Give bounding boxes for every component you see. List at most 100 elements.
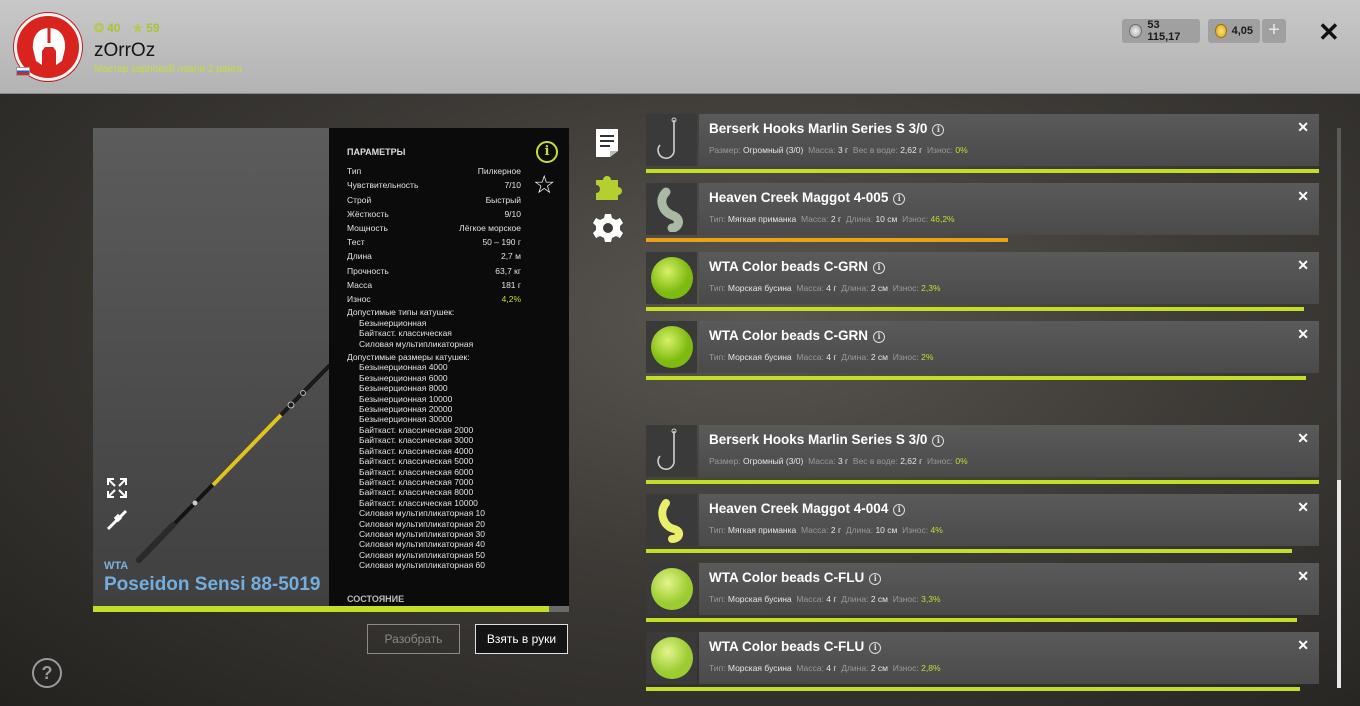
- tackle-meta: Тип: Мягкая приманка Масса: 2 г Длина: 1…: [709, 214, 955, 224]
- meta-label: Масса:: [796, 283, 824, 293]
- info-icon[interactable]: i: [893, 504, 906, 516]
- tackle-slot[interactable]: Berserk Hooks Marlin Series S 3/0 i Размер…: [646, 114, 1319, 173]
- gold-balance: 4,05: [1208, 19, 1260, 43]
- meta-value: 3 г: [837, 456, 849, 466]
- tackle-slot[interactable]: WTA Color beads C-GRN i Тип: Морская бусин…: [646, 321, 1319, 380]
- tackle-thumbnail: [646, 494, 697, 546]
- tackle-thumbnail: [646, 425, 697, 477]
- tackle-meta: Размер: Огромный (3/0) Масса: 3 г Вес в …: [709, 456, 968, 466]
- remove-icon[interactable]: ✕: [1297, 637, 1309, 654]
- hook-icon: [656, 117, 676, 159]
- rod-name: Poseidon Sensi 88-5019: [104, 574, 321, 595]
- remove-icon[interactable]: ✕: [1297, 326, 1309, 343]
- rod-durability-bar: [93, 606, 569, 612]
- meta-label: Тип:: [709, 214, 726, 224]
- param-label: Прочность: [347, 265, 389, 276]
- meta-value: 2 см: [870, 352, 888, 362]
- buy-currency-button[interactable]: +: [1262, 19, 1286, 43]
- rod-brand: WTA: [104, 560, 129, 572]
- favorite-star-icon[interactable]: ☆: [533, 170, 555, 200]
- info-icon[interactable]: i: [893, 193, 906, 205]
- fullscreen-icon[interactable]: [105, 476, 129, 500]
- wear-value: 3,3%: [921, 594, 941, 604]
- reel-size-item: Байткаст. классическая 2000: [359, 424, 474, 435]
- tackle-info: Heaven Creek Maggot 4-004 i Тип: Мягкая пр…: [699, 494, 1319, 546]
- reel-size-item: Силовая мультипликаторная 10: [359, 508, 485, 519]
- tackle-name: Heaven Creek Maggot 4-005 i: [709, 190, 906, 205]
- wear-bar: [646, 376, 1306, 380]
- disassemble-button[interactable]: Разобрать: [367, 624, 460, 654]
- info-icon[interactable]: i: [869, 642, 882, 654]
- tackle-title: WTA Color beads C-GRN: [709, 259, 868, 274]
- info-icon[interactable]: i: [932, 124, 945, 136]
- meta-label: Длина:: [841, 352, 869, 362]
- state-title: СОСТОЯНИЕ: [347, 594, 405, 604]
- remove-icon[interactable]: ✕: [1297, 430, 1309, 447]
- bead-icon: [650, 637, 693, 679]
- remove-icon[interactable]: ✕: [1297, 499, 1309, 516]
- country-flag-icon: [16, 67, 30, 76]
- help-icon[interactable]: ?: [32, 658, 62, 688]
- gold-coin-icon: [1215, 24, 1227, 38]
- param-label: Износ: [347, 294, 371, 305]
- remove-icon[interactable]: ✕: [1297, 257, 1309, 274]
- take-in-hands-button[interactable]: Взять в руки: [475, 624, 568, 654]
- tackle-slot[interactable]: WTA Color beads C-FLU i Тип: Морская бусин…: [646, 563, 1319, 622]
- reel-size-item: Байткаст. классическая 10000: [359, 497, 478, 508]
- meta-label: Масса:: [808, 456, 836, 466]
- wear-bar: [646, 307, 1304, 311]
- tackle-name: WTA Color beads C-GRN i: [709, 259, 885, 274]
- tackle-slot[interactable]: Berserk Hooks Marlin Series S 3/0 i Размер…: [646, 425, 1319, 484]
- hook-icon: [656, 428, 676, 470]
- tackle-slot[interactable]: Heaven Creek Maggot 4-005 i Тип: Мягкая пр…: [646, 183, 1319, 242]
- bead-icon: [650, 257, 693, 299]
- meta-value: Морская бусина: [727, 663, 792, 673]
- param-value: 9/10: [504, 208, 521, 219]
- info-icon[interactable]: i: [536, 141, 558, 163]
- meta-value: 3 г: [837, 145, 849, 155]
- reel-size-item: Байткаст. классическая 7000: [359, 476, 474, 487]
- rod-assembly-icon[interactable]: [105, 508, 129, 532]
- param-label: Тип: [347, 166, 362, 177]
- meta-label: Тип:: [709, 663, 726, 673]
- reel-size-item: Байткаст. классическая 4000: [359, 445, 474, 456]
- player-rank: Мастер карповой ловли 2 ранга: [94, 64, 242, 75]
- close-icon[interactable]: ✕: [1318, 17, 1340, 48]
- param-value: 4,2%: [501, 294, 521, 305]
- info-icon[interactable]: i: [873, 331, 885, 343]
- description-icon[interactable]: [592, 127, 622, 159]
- wear-bar: [646, 618, 1297, 622]
- rank-star-icon: ★: [132, 21, 144, 35]
- param-row: Жёсткость 9/10: [347, 207, 551, 221]
- tackle-meta: Тип: Мягкая приманка Масса: 2 г Длина: 1…: [709, 525, 943, 535]
- meta-label: Тип:: [709, 594, 726, 604]
- scrollbar-thumb[interactable]: [1337, 480, 1341, 688]
- param-label: Жёсткость: [347, 208, 389, 219]
- meta-label: Масса:: [808, 145, 836, 155]
- reel-size-item: Безынерционная 8000: [359, 383, 448, 394]
- remove-icon[interactable]: ✕: [1297, 568, 1309, 585]
- remove-icon[interactable]: ✕: [1297, 188, 1309, 205]
- meta-label: Длина:: [845, 214, 874, 224]
- tackle-slot[interactable]: Heaven Creek Maggot 4-004 i Тип: Мягкая пр…: [646, 494, 1319, 553]
- settings-gear-icon[interactable]: [592, 212, 624, 244]
- remove-icon[interactable]: ✕: [1297, 119, 1309, 136]
- tackle-info: Berserk Hooks Marlin Series S 3/0 i Размер…: [699, 425, 1319, 477]
- info-icon[interactable]: i: [869, 573, 882, 585]
- tackle-title: Berserk Hooks Marlin Series S 3/0: [709, 121, 928, 136]
- tackle-slot[interactable]: WTA Color beads C-GRN i Тип: Морская бусин…: [646, 252, 1319, 311]
- param-row: Тип Пилкерное: [347, 164, 551, 178]
- profile-header: ✪ 40 ★ 59 zOrrOz Мастер карповой ловли 2 р…: [0, 0, 1360, 94]
- wear-value: 0%: [955, 145, 968, 155]
- info-icon[interactable]: i: [873, 262, 885, 274]
- tackle-slot[interactable]: WTA Color beads C-FLU i Тип: Морская бусин…: [646, 632, 1319, 691]
- info-icon[interactable]: i: [932, 435, 945, 447]
- meta-value: 10 см: [875, 525, 898, 535]
- meta-label: Размер:: [709, 145, 741, 155]
- wear-value: 0%: [955, 456, 968, 466]
- meta-value: 2 г: [830, 214, 842, 224]
- puzzle-icon[interactable]: [592, 170, 624, 202]
- meta-value: 4 г: [826, 352, 837, 362]
- param-label: Тест: [347, 237, 365, 248]
- meta-value: 2,62 г: [900, 145, 923, 155]
